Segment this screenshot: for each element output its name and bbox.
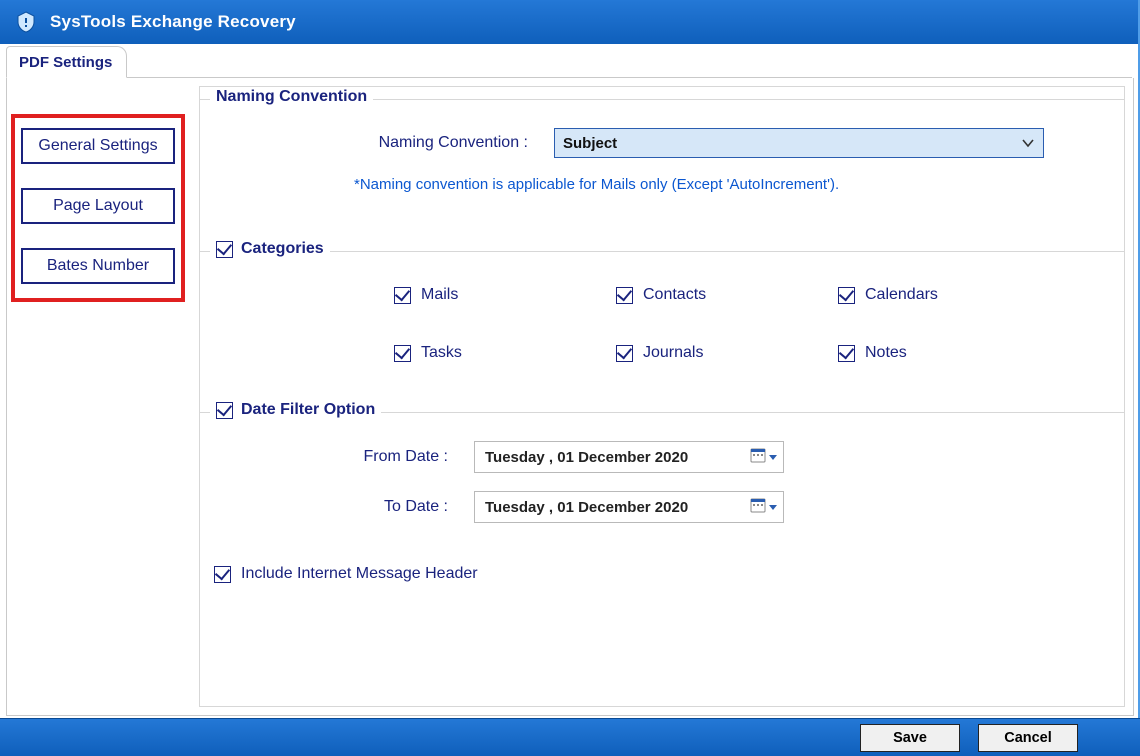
legend-categories: Categories xyxy=(210,240,330,258)
naming-note: *Naming convention is applicable for Mai… xyxy=(354,176,839,193)
datepicker-from-date[interactable]: Tuesday , 01 December 2020 xyxy=(474,441,784,473)
checkbox-mails[interactable]: Mails xyxy=(394,286,616,304)
tab-strip: PDF Settings xyxy=(0,44,1140,78)
dropdown-naming-value: Subject xyxy=(563,135,617,152)
legend-date-filter: Date Filter Option xyxy=(210,401,381,419)
cancel-button[interactable]: Cancel xyxy=(978,724,1078,752)
dropdown-naming-convention[interactable]: Subject xyxy=(554,128,1044,158)
datepicker-from-value: Tuesday , 01 December 2020 xyxy=(485,449,688,466)
sidebar-page-layout[interactable]: Page Layout xyxy=(21,188,175,224)
checkbox-categories-master[interactable] xyxy=(216,241,233,258)
chevron-down-icon xyxy=(769,455,777,460)
checkbox-journals-label: Journals xyxy=(643,344,703,362)
label-naming-convention: Naming Convention : xyxy=(224,134,554,152)
datepicker-to-value: Tuesday , 01 December 2020 xyxy=(485,499,688,516)
chevron-down-icon xyxy=(1021,136,1035,150)
checkbox-tasks-label: Tasks xyxy=(421,344,462,362)
checkbox-mails-box xyxy=(394,287,411,304)
checkbox-journals[interactable]: Journals xyxy=(616,344,838,362)
label-from-date: From Date : xyxy=(284,448,474,466)
sidebar-general-settings[interactable]: General Settings xyxy=(21,128,175,164)
checkbox-include-imh-label: Include Internet Message Header xyxy=(241,565,478,583)
datepicker-to-date[interactable]: Tuesday , 01 December 2020 xyxy=(474,491,784,523)
label-to-date: To Date : xyxy=(284,498,474,516)
checkbox-notes-box xyxy=(838,345,855,362)
tab-pdf-settings[interactable]: PDF Settings xyxy=(6,46,127,78)
group-categories: Categories Mails Contacts Calendars Tas xyxy=(200,251,1124,392)
legend-categories-text: Categories xyxy=(241,240,324,258)
row-include-imh: Include Internet Message Header xyxy=(200,547,1124,583)
checkbox-notes[interactable]: Notes xyxy=(838,344,1060,362)
checkbox-date-filter-master[interactable] xyxy=(216,402,233,419)
chevron-down-icon xyxy=(769,505,777,510)
dialog-body: General Settings Page Layout Bates Numbe… xyxy=(6,78,1134,716)
content-panel: Naming Convention Naming Convention : Su… xyxy=(199,86,1125,707)
checkbox-calendars-box xyxy=(838,287,855,304)
sidebar-bates-number[interactable]: Bates Number xyxy=(21,248,175,284)
window-title: SysTools Exchange Recovery xyxy=(50,12,296,32)
checkbox-tasks-box xyxy=(394,345,411,362)
checkbox-include-imh[interactable]: Include Internet Message Header xyxy=(214,565,1124,583)
checkbox-tasks[interactable]: Tasks xyxy=(394,344,616,362)
checkbox-contacts-box xyxy=(616,287,633,304)
sidebar: General Settings Page Layout Bates Numbe… xyxy=(15,86,185,707)
checkbox-notes-label: Notes xyxy=(865,344,907,362)
app-logo-icon xyxy=(14,10,38,34)
calendar-icon xyxy=(749,496,767,518)
sidebar-highlight: General Settings Page Layout Bates Numbe… xyxy=(11,114,185,302)
group-date-filter: Date Filter Option From Date : Tuesday ,… xyxy=(200,412,1124,547)
checkbox-mails-label: Mails xyxy=(421,286,458,304)
checkbox-contacts[interactable]: Contacts xyxy=(616,286,838,304)
group-naming-convention: Naming Convention Naming Convention : Su… xyxy=(200,99,1124,231)
checkbox-calendars[interactable]: Calendars xyxy=(838,286,1060,304)
legend-naming-text: Naming Convention xyxy=(216,88,367,106)
calendar-icon xyxy=(749,446,767,468)
checkbox-include-imh-box xyxy=(214,566,231,583)
checkbox-journals-box xyxy=(616,345,633,362)
save-button[interactable]: Save xyxy=(860,724,960,752)
checkbox-contacts-label: Contacts xyxy=(643,286,706,304)
checkbox-calendars-label: Calendars xyxy=(865,286,938,304)
footer-bar: Save Cancel xyxy=(0,718,1140,756)
title-bar: SysTools Exchange Recovery xyxy=(0,0,1140,44)
legend-naming-convention: Naming Convention xyxy=(210,88,373,106)
legend-date-filter-text: Date Filter Option xyxy=(241,401,375,419)
